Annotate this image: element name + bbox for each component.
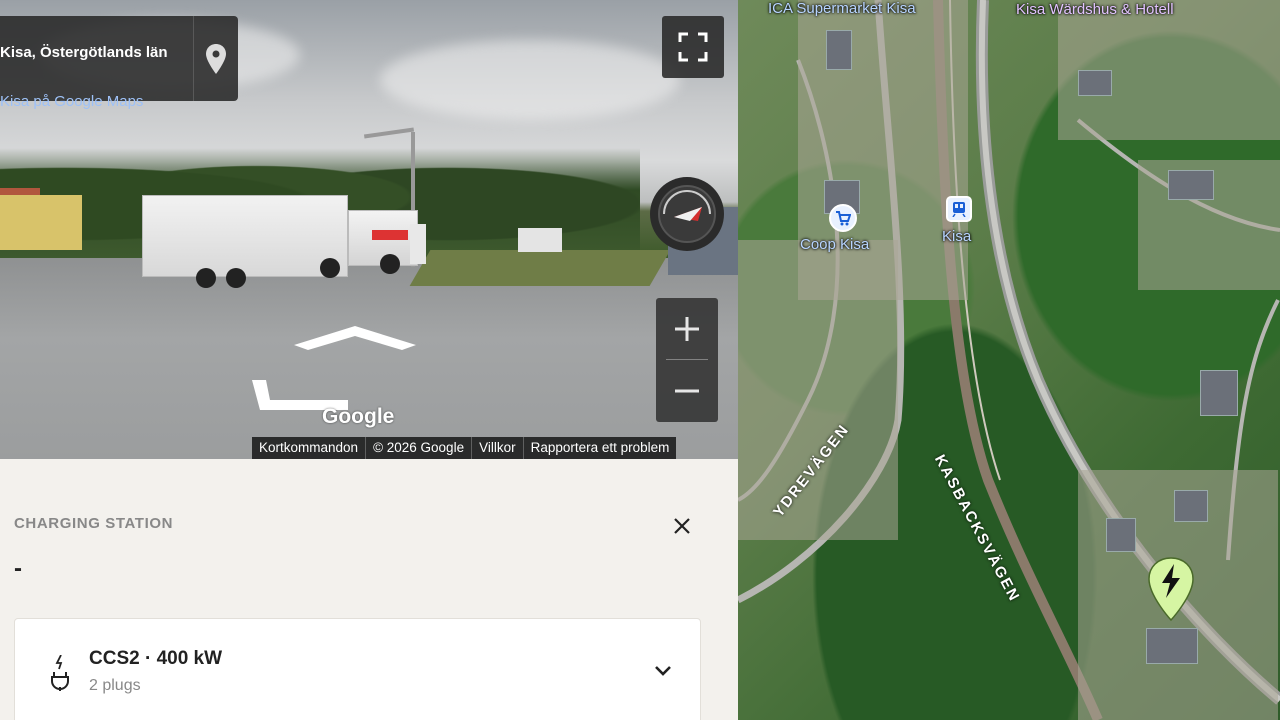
terms-link[interactable]: Villkor: [472, 437, 524, 459]
zoom-in-icon: [675, 316, 699, 341]
location-pin-icon: [206, 43, 226, 74]
compass-icon: [658, 185, 716, 243]
connector-plug-count: 2 plugs: [89, 677, 141, 694]
close-icon: [674, 518, 690, 534]
report-problem-link[interactable]: Rapportera ett problem: [524, 437, 677, 459]
fullscreen-icon: [678, 32, 708, 62]
supermarket-poi[interactable]: [829, 204, 857, 232]
truck-logo: [372, 230, 408, 240]
location-title: Kisa, Östergötlands län: [0, 44, 168, 61]
urban-area: [738, 240, 898, 540]
wheel: [320, 258, 340, 278]
cloud: [380, 40, 680, 120]
app-root: Google Kortkommandon © 2026 Google Villk…: [0, 0, 1280, 720]
zoom-out-button[interactable]: [656, 360, 718, 421]
building-roof: [1146, 628, 1198, 664]
building-roof: [1200, 370, 1238, 416]
close-button[interactable]: [664, 508, 700, 544]
open-in-maps-link[interactable]: Kisa på Google Maps: [0, 93, 190, 110]
connector-title: CCS2 · 400 kW: [89, 648, 223, 669]
zoom-in-button[interactable]: [656, 298, 718, 359]
compass-button[interactable]: [650, 177, 724, 251]
map-label-kisa-station[interactable]: Kisa: [942, 228, 971, 245]
attribution-bar: Kortkommandon © 2026 Google Villkor Rapp…: [252, 437, 677, 459]
station-name: -: [14, 555, 22, 582]
map-label-coop[interactable]: Coop Kisa: [800, 236, 869, 253]
station-type-label: CHARGING STATION: [14, 515, 174, 532]
connector-card[interactable]: CCS2 · 400 kW 2 plugs: [14, 618, 701, 720]
wheel: [226, 268, 246, 288]
location-pin-button[interactable]: [193, 16, 238, 101]
train-icon: [952, 202, 966, 217]
road-edge-grass: [409, 250, 671, 286]
move-forward-arrow[interactable]: [294, 326, 416, 352]
map-label-ica[interactable]: ICA Supermarket Kisa: [768, 0, 916, 17]
truck-cab: [410, 224, 426, 264]
copyright-text: © 2026 Google: [366, 437, 473, 459]
building-roof: [1168, 170, 1214, 200]
station-panel: Google Kortkommandon © 2026 Google Villk…: [0, 0, 738, 720]
building-roof: [826, 30, 852, 70]
shopping-cart-icon: [836, 211, 851, 226]
keyboard-shortcuts-link[interactable]: Kortkommandon: [252, 437, 367, 459]
house: [0, 195, 82, 250]
satellite-map[interactable]: ICA Supermarket Kisa Kisa Wärdshus & Hot…: [738, 0, 1280, 720]
building-roof: [1174, 490, 1208, 522]
building-roof: [1106, 518, 1136, 552]
train-station-poi[interactable]: [946, 196, 972, 222]
wheel: [380, 254, 400, 274]
map-label-wardshus[interactable]: Kisa Wärdshus & Hotell: [1016, 1, 1174, 18]
google-watermark: Google: [322, 405, 395, 428]
plug-icon: [51, 655, 69, 691]
chevron-down-icon: [655, 666, 671, 676]
fullscreen-button[interactable]: [662, 16, 724, 78]
wheel: [196, 268, 216, 288]
building-roof: [1078, 70, 1112, 96]
distant-truck: [518, 228, 562, 252]
zoom-controls: [656, 298, 718, 422]
charging-station-marker[interactable]: [1147, 556, 1195, 622]
zoom-out-icon: [675, 389, 699, 392]
truck-trailer: [142, 195, 348, 277]
expand-connector-button[interactable]: [651, 659, 675, 683]
